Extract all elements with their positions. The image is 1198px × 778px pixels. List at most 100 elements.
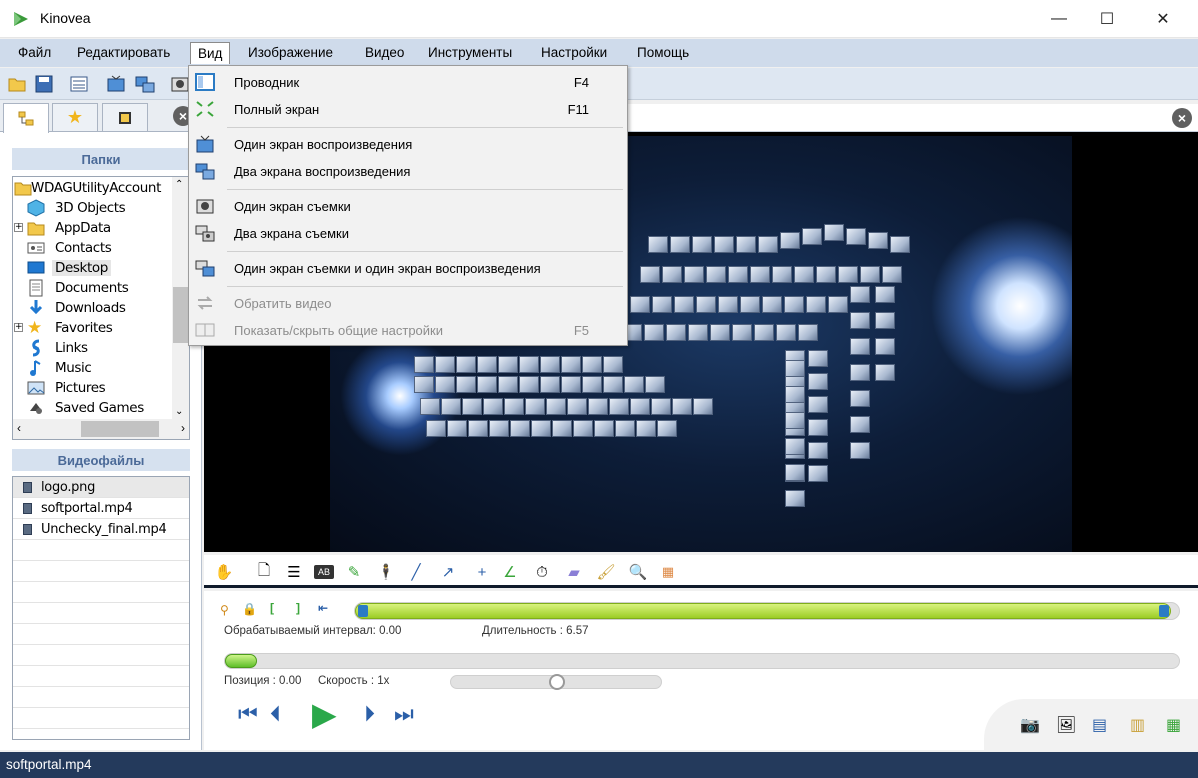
cross-marker-icon[interactable]: + [472, 562, 492, 582]
zoom-icon[interactable]: 🔍 [628, 562, 648, 582]
multi-snapshot-icon[interactable]: 🖼 [1056, 715, 1076, 735]
menu-item-one-capture[interactable]: Один экран съемки [189, 193, 627, 219]
expand-icon[interactable]: + [14, 223, 23, 232]
logo-cube [785, 464, 805, 481]
tree-item[interactable]: Desktop [13, 258, 173, 278]
save-icon[interactable] [34, 74, 54, 94]
scroll-left-icon[interactable]: ‹ [17, 421, 21, 435]
comments-icon[interactable]: ☰ [284, 562, 304, 582]
tree-item[interactable]: Downloads [13, 298, 173, 318]
line-icon[interactable]: ╱ [406, 562, 426, 582]
speed-slider[interactable] [450, 674, 662, 690]
open-folder-icon[interactable] [7, 74, 27, 94]
dual-screen-icon[interactable] [135, 74, 155, 94]
logo-cube [519, 376, 539, 393]
zone-start-handle[interactable] [358, 605, 368, 617]
tree-item[interactable]: WDAGUtilityAccount [13, 178, 173, 198]
logo-cube [875, 286, 895, 303]
tree-hscroll-thumb[interactable] [81, 421, 159, 437]
tree-item[interactable]: Links [13, 338, 173, 358]
tree-item[interactable]: Documents [13, 278, 173, 298]
scroll-up-icon[interactable]: ⌃ [175, 179, 183, 190]
tab-folders[interactable] [3, 103, 49, 133]
tree-item[interactable]: Contacts [13, 238, 173, 258]
zone-end-handle[interactable] [1159, 605, 1169, 617]
logo-cube [740, 296, 760, 313]
magnifier-tool-icon[interactable]: 🖌 [596, 562, 616, 582]
angle-icon[interactable]: ∠ [500, 562, 520, 582]
menu-edit[interactable]: Редактировать [77, 45, 170, 60]
tree-vertical-scrollbar[interactable]: ⌃ ⌄ [172, 177, 189, 419]
menu-item-two-playback[interactable]: Два экрана воспроизведения [189, 158, 627, 184]
tree-item[interactable]: + AppData [13, 218, 173, 238]
minimize-button[interactable]: — [1036, 0, 1082, 38]
menu-item-two-capture[interactable]: Два экрана съемки [189, 220, 627, 246]
marker-icon[interactable]: ⚲ [220, 603, 229, 617]
menu-settings[interactable]: Настройки [541, 45, 607, 60]
tree-item[interactable]: Pictures [13, 378, 173, 398]
capture-screen-icon[interactable] [170, 74, 190, 94]
position-handle[interactable] [225, 654, 257, 668]
close-button[interactable]: ✕ [1140, 0, 1186, 38]
menu-view[interactable]: Вид [190, 42, 231, 64]
first-frame-icon[interactable]: ⏮ [238, 701, 258, 727]
menu-item-explorer[interactable]: Проводник F4 [189, 69, 627, 95]
menu-tools[interactable]: Инструменты [428, 45, 512, 60]
add-keyframe-icon[interactable]: 🗋 [254, 562, 274, 582]
menu-item-one-playback[interactable]: Один экран воспроизведения [189, 131, 627, 157]
set-end-icon[interactable]: ] [296, 601, 300, 615]
maximize-button[interactable]: ☐ [1084, 0, 1130, 38]
human-model-icon[interactable]: 🕴 [376, 562, 396, 582]
thumbnails-icon[interactable] [69, 74, 89, 94]
tree-horizontal-scrollbar[interactable]: ‹ › [13, 419, 189, 439]
list-item-empty [13, 582, 189, 603]
snapshot-icon[interactable]: 📷 [1020, 715, 1040, 735]
lock-icon[interactable]: 🔒 [242, 602, 257, 616]
tree-item[interactable]: + ★ Favorites [13, 318, 173, 338]
tab-favorites[interactable]: ★ [52, 103, 98, 131]
grid-plane-icon[interactable]: ▰ [564, 562, 584, 582]
save-video-icon[interactable]: ▤ [1092, 715, 1107, 735]
status-filename: softportal.mp4 [6, 757, 92, 772]
menu-item-fullscreen[interactable]: Полный экран F11 [189, 96, 627, 122]
pencil-icon[interactable]: ✎ [344, 562, 364, 582]
tree-item[interactable]: 3D Objects [13, 198, 173, 218]
single-screen-icon[interactable] [106, 74, 126, 94]
documents-icon [29, 279, 43, 297]
menu-image[interactable]: Изображение [248, 45, 333, 60]
goto-start-icon[interactable]: ⇤ [318, 601, 328, 615]
scroll-down-icon[interactable]: ⌄ [175, 406, 183, 417]
label-tool-icon[interactable]: AB [314, 565, 334, 579]
tree-scroll-thumb[interactable] [173, 287, 188, 343]
tab-cameras[interactable] [102, 103, 148, 131]
screen-close-icon[interactable]: × [1172, 108, 1192, 128]
working-zone-track[interactable] [354, 602, 1180, 620]
export-video-icon[interactable]: ▥ [1130, 715, 1145, 735]
menu-help[interactable]: Помощь [637, 45, 689, 60]
set-start-icon[interactable]: [ [270, 601, 274, 615]
tree-item[interactable]: Music [13, 358, 173, 378]
list-item[interactable]: Unchecky_final.mp4 [13, 519, 189, 540]
tree-item[interactable]: Saved Games [13, 398, 173, 418]
menu-item-capture-and-playback[interactable]: Один экран съемки и один экран воспроизв… [189, 255, 627, 281]
last-frame-icon[interactable]: ⏭ [394, 701, 414, 727]
color-palette-icon[interactable]: ▦ [658, 562, 678, 582]
previous-frame-icon[interactable]: ⏴ [270, 701, 281, 727]
position-track[interactable] [224, 653, 1180, 669]
tree-item-label: Saved Games [55, 400, 144, 416]
arrow-icon[interactable]: ↗ [438, 562, 458, 582]
play-icon[interactable]: ▶ [312, 695, 337, 733]
file-icon [23, 503, 32, 514]
speed-handle[interactable] [549, 674, 565, 690]
menu-video[interactable]: Видео [365, 45, 404, 60]
list-item[interactable]: logo.png [13, 477, 189, 498]
next-frame-icon[interactable]: ⏵ [364, 701, 375, 727]
hand-icon[interactable]: ✋ [214, 562, 234, 582]
scroll-right-icon[interactable]: › [181, 421, 185, 435]
expand-icon[interactable]: + [14, 323, 23, 332]
chrono-icon[interactable]: ⏱ [532, 562, 552, 582]
tree-item-label: Desktop [52, 260, 111, 276]
menu-file[interactable]: Файл [18, 45, 51, 60]
export-side-by-side-icon[interactable]: ▦ [1166, 715, 1181, 735]
list-item[interactable]: softportal.mp4 [13, 498, 189, 519]
